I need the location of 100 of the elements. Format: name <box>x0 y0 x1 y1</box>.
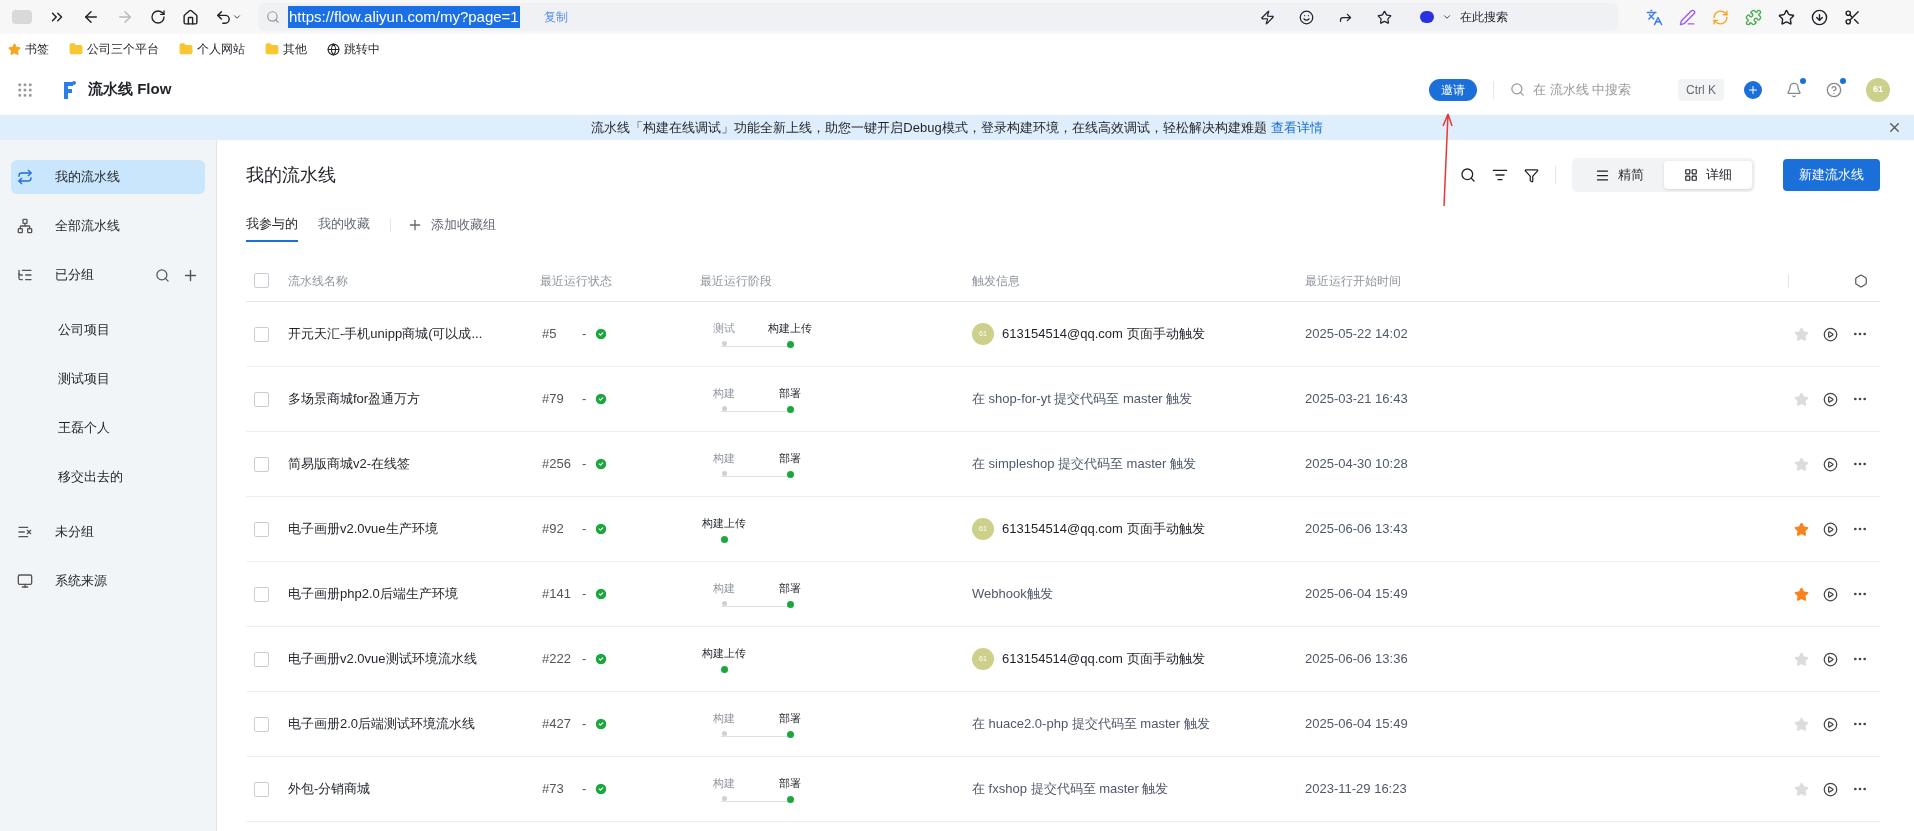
add-group-button[interactable]: 添加收藏组 <box>407 215 496 235</box>
new-pipeline-button[interactable]: 新建流水线 <box>1783 159 1880 191</box>
lightning-icon[interactable] <box>1260 9 1275 25</box>
start-time: 2025-03-21 16:43 <box>1305 390 1409 409</box>
star-icon[interactable] <box>1794 586 1809 602</box>
run-number[interactable]: #79 <box>542 389 574 409</box>
search-icon[interactable] <box>1460 167 1476 183</box>
tab[interactable]: 我参与的 <box>246 208 298 242</box>
column-header: 最近运行状态 <box>540 272 613 290</box>
monitor-icon <box>17 573 33 589</box>
checkbox[interactable] <box>254 781 269 797</box>
reload-icon[interactable] <box>150 9 166 25</box>
run-icon[interactable] <box>1823 326 1838 342</box>
bookmark[interactable]: 公司三个平台 <box>69 40 159 58</box>
star-icon <box>8 42 21 56</box>
pipeline-name[interactable]: 电子画册v2.0vue生产环境 <box>288 519 540 539</box>
puzzle-icon[interactable] <box>1745 8 1762 26</box>
add-icon[interactable] <box>1744 80 1762 99</box>
details-link[interactable]: 查看详情 <box>1270 117 1323 138</box>
caret-icon[interactable] <box>1442 12 1452 22</box>
sidebar-item[interactable]: 测试项目 <box>11 362 205 396</box>
home-icon[interactable] <box>182 8 199 26</box>
trigger-info: 在 huace2.0-php 提交代码至 master 触发 <box>972 715 1210 734</box>
settings-icon[interactable] <box>1854 273 1868 288</box>
run-number[interactable]: #92 <box>542 519 574 539</box>
back-icon[interactable] <box>82 8 100 26</box>
checkbox[interactable] <box>254 391 269 407</box>
face-icon[interactable] <box>1299 9 1314 25</box>
scissors-icon[interactable] <box>1844 8 1861 26</box>
view-option[interactable]: 详细 <box>1664 161 1752 189</box>
close-icon[interactable] <box>1887 120 1902 135</box>
start-time: 2025-06-06 13:43 <box>1305 520 1409 539</box>
run-status: - <box>582 520 587 539</box>
run-status: - <box>582 325 587 344</box>
stage-label: 构建 <box>713 386 735 402</box>
bookmark[interactable]: 其他 <box>265 40 307 58</box>
search-engine-field[interactable]: 在此搜索 <box>1460 8 1610 26</box>
bookmark[interactable]: 跳转中 <box>327 40 380 58</box>
sidebar-item[interactable]: 系统来源 <box>11 564 205 598</box>
run-number[interactable]: #256 <box>542 454 574 474</box>
translate-icon[interactable] <box>1646 8 1663 26</box>
stage-label: 构建 <box>713 711 735 727</box>
checkbox[interactable] <box>254 716 269 732</box>
address-field[interactable]: https://flow.aliyun.com/my?page=1 复制 在此搜索 <box>258 3 1618 31</box>
pipeline-name[interactable]: 电子画册v2.0vue测试环境流水线 <box>288 649 540 669</box>
star-icon[interactable] <box>1778 8 1795 26</box>
sidebar-item[interactable]: 全部流水线 <box>11 209 205 243</box>
pipeline-name[interactable]: 电子画册php2.0后端生产环境 <box>288 584 540 604</box>
checkbox[interactable] <box>254 456 269 472</box>
sidebar-item[interactable]: 未分组 <box>11 515 205 549</box>
sidebar-item[interactable]: 我的流水线 <box>11 160 205 194</box>
run-icon[interactable] <box>1823 716 1838 732</box>
pipeline-name[interactable]: 简易版商城v2-在线签 <box>288 454 540 474</box>
invite-button[interactable]: 邀请 <box>1429 78 1477 101</box>
undo-icon[interactable] <box>215 8 242 26</box>
trigger-info: 在 fxshop 提交代码至 master 触发 <box>972 780 1169 799</box>
bookmark[interactable]: 个人网站 <box>179 40 245 58</box>
stage-label: 部署 <box>779 451 801 467</box>
checkbox[interactable] <box>254 326 269 342</box>
sidebar-item[interactable]: 王磊个人 <box>11 411 205 445</box>
pipeline-name[interactable]: 开元天汇-手机unipp商城(可以成... <box>288 324 540 344</box>
stage-label: 构建上传 <box>702 646 746 662</box>
checkbox[interactable] <box>254 586 269 602</box>
run-icon[interactable] <box>1823 586 1838 602</box>
success-icon <box>594 587 609 601</box>
apps-icon[interactable] <box>16 80 34 99</box>
folder-icon <box>265 42 279 56</box>
run-icon[interactable] <box>1823 651 1838 667</box>
pen-icon[interactable] <box>1679 8 1696 26</box>
sidebar-item[interactable]: 公司项目 <box>11 313 205 347</box>
run-number[interactable]: #5 <box>542 324 574 344</box>
star-icon[interactable] <box>1794 521 1809 537</box>
sidebar-item[interactable]: 已分组 <box>11 258 205 292</box>
view-option[interactable]: 精简 <box>1575 161 1664 189</box>
filter-icon[interactable] <box>1524 167 1539 183</box>
pipeline-name[interactable]: 电子画册2.0后端测试环境流水线 <box>288 714 540 734</box>
stage-label: 构建 <box>713 581 735 597</box>
star-icon[interactable] <box>1377 9 1392 25</box>
tab[interactable]: 我的收藏 <box>318 208 370 242</box>
sort-icon[interactable] <box>1492 167 1508 183</box>
pipeline-name[interactable]: 外包-分销商城 <box>288 779 540 799</box>
run-number[interactable]: #427 <box>542 714 574 734</box>
sidebar-item[interactable]: 移交出去的 <box>11 460 205 494</box>
checkbox[interactable] <box>254 521 269 537</box>
pipeline-name[interactable]: 多场景商城for盈通万方 <box>288 389 540 409</box>
checkbox[interactable] <box>254 651 269 667</box>
search-icon[interactable] <box>155 267 170 283</box>
run-icon[interactable] <box>1823 391 1838 407</box>
run-icon[interactable] <box>1823 521 1838 537</box>
download-icon[interactable] <box>1811 8 1828 26</box>
run-icon[interactable] <box>1823 781 1838 797</box>
product-name: 流水线 Flow <box>88 79 172 100</box>
run-number[interactable]: #222 <box>542 649 574 669</box>
checkbox[interactable] <box>254 273 269 288</box>
bookmark[interactable]: 书签 <box>8 40 49 58</box>
network-icon <box>17 218 33 234</box>
run-number[interactable]: #141 <box>542 584 574 604</box>
banner-text: 流水线「构建在线调试」功能全新上线，助您一键开启Debug模式，登录构建环境，在线高效调试，轻松解决构建难题 <box>591 118 1267 137</box>
run-number[interactable]: #73 <box>542 779 574 799</box>
run-icon[interactable] <box>1823 456 1838 472</box>
